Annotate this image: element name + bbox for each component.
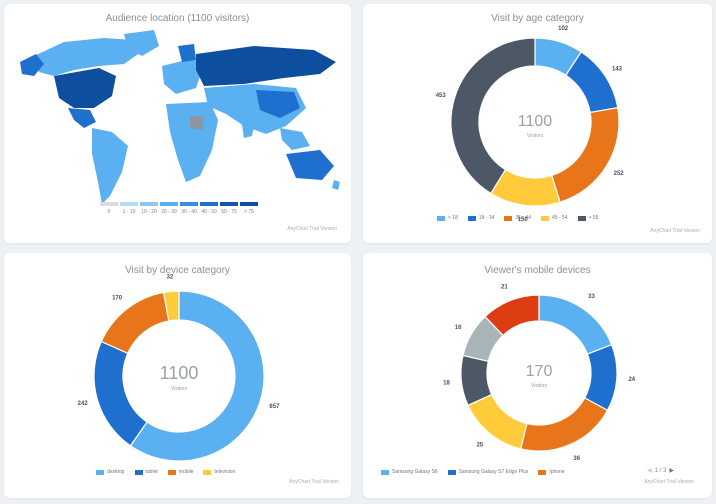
mobile-card: Viewer's mobile devices 170 Visitors 33 2…: [363, 253, 712, 498]
slice-label: 102: [558, 26, 569, 32]
slice-label: 252: [614, 171, 625, 177]
legend-label: tablet: [145, 469, 158, 475]
age-card: Visit by age category 1100 Visitors 102 1…: [363, 4, 712, 243]
map-color-scale: [100, 202, 258, 206]
legend-label: 35 - 44: [515, 215, 532, 221]
region-se-asia: [280, 128, 310, 150]
region-india: [240, 112, 256, 138]
slice-label: 33: [588, 294, 595, 300]
legend-item[interactable]: < 18: [437, 215, 458, 221]
region-south-america: [92, 128, 128, 204]
legend-label: 18 - 34: [478, 215, 495, 221]
region-africa-center: [190, 116, 204, 130]
pager-prev-icon[interactable]: ◀: [647, 467, 652, 474]
age-credit[interactable]: AnyChart Trial Version: [650, 228, 700, 234]
map-credit[interactable]: AnyChart Trial Version: [287, 226, 337, 232]
legend-label: desktop: [107, 469, 125, 475]
donut-slice[interactable]: [520, 397, 609, 452]
scale-label: 40 - 50: [201, 209, 217, 215]
device-donut-chart[interactable]: 1100 Visitors 657 242 170 32: [4, 253, 351, 498]
scale-label: 1 - 10: [122, 209, 136, 215]
scale-label: > 75: [244, 209, 254, 215]
slice-label: 170: [112, 295, 123, 301]
legend-label: 45 - 54: [552, 215, 568, 221]
slice-label: 24: [628, 377, 635, 383]
region-africa: [166, 102, 218, 182]
age-donut-chart[interactable]: 1100 Visitors 102143252150453: [363, 4, 712, 243]
slice-label: 453: [436, 93, 447, 99]
legend-item[interactable]: mobile: [167, 469, 194, 475]
legend-item[interactable]: 18 - 34: [467, 215, 495, 221]
slice-label: 36: [573, 456, 580, 462]
slice-label: 32: [167, 274, 174, 280]
map-card: Audience location (1100 visitors) 0 1 - …: [4, 4, 351, 243]
legend-item[interactable]: tablet: [134, 469, 158, 475]
legend-label: television: [214, 469, 236, 475]
mobile-donut-chart[interactable]: 170 Visitors 33 24 36 25 18 16 21: [363, 253, 712, 498]
scale-label: 20 - 30: [161, 209, 177, 215]
legend-label: Iphone: [549, 469, 565, 475]
slice-label: 18: [443, 380, 450, 386]
legend-item[interactable]: desktop: [96, 469, 125, 475]
legend-label: > 55: [588, 215, 599, 221]
device-credit[interactable]: AnyChart Trial Version: [289, 479, 339, 485]
pager-text: 1 / 3: [654, 467, 667, 474]
legend-item[interactable]: Samsung Galaxy S7 Edge Plus: [447, 469, 529, 475]
donut-slice[interactable]: [93, 340, 148, 447]
legend-item[interactable]: 35 - 44: [504, 215, 531, 221]
mobile-center-label: Visitors: [531, 383, 548, 389]
region-scandinavia: [178, 44, 196, 62]
mobile-credit[interactable]: AnyChart Trial Version: [644, 479, 694, 485]
legend-item[interactable]: Iphone: [538, 469, 565, 475]
donut-slice[interactable]: [538, 294, 613, 355]
legend-label: mobile: [178, 469, 194, 475]
slice-label: 242: [78, 401, 89, 407]
legend-item[interactable]: > 55: [577, 215, 599, 221]
age-center-value: 1100: [518, 113, 553, 130]
device-center-label: Visitors: [171, 386, 188, 392]
scale-label: 30 - 40: [181, 209, 197, 215]
legend-item[interactable]: Samsung Galaxy S6: [381, 469, 438, 475]
legend-label: Samsung Galaxy S6: [392, 469, 438, 475]
slice-label: 143: [612, 66, 623, 72]
scale-label: 50 - 75: [221, 209, 237, 215]
device-center-value: 1100: [160, 363, 199, 383]
world-map[interactable]: [4, 4, 351, 243]
age-center-label: Visitors: [527, 133, 544, 139]
region-usa: [54, 68, 116, 108]
mobile-legend: Samsung Galaxy S6 Samsung Galaxy S7 Edge…: [381, 469, 565, 475]
device-card: Visit by device category 1100 Visitors 6…: [4, 253, 351, 498]
legend-pager[interactable]: ◀ 1 / 3 ▶: [647, 467, 674, 475]
donut-slice[interactable]: [467, 393, 528, 450]
region-new-zealand: [332, 180, 340, 190]
slice-label: 25: [476, 443, 483, 449]
legend-label: < 18: [448, 215, 458, 221]
scale-label: 0: [107, 209, 111, 215]
region-russia: [196, 46, 336, 86]
region-mexico: [68, 108, 96, 128]
map-scale-labels: 0 1 - 10 10 - 20 20 - 30 30 - 40 40 - 50…: [100, 209, 258, 215]
device-legend: desktop tablet mobile television: [96, 469, 235, 475]
age-legend: < 18 18 - 34 35 - 44 45 - 54 > 55: [437, 215, 598, 221]
legend-item[interactable]: television: [203, 469, 235, 475]
slice-label: 21: [501, 285, 508, 291]
donut-slice[interactable]: [550, 106, 620, 203]
donut-slice[interactable]: [100, 291, 170, 355]
scale-label: 10 - 20: [141, 209, 157, 215]
region-australia: [286, 150, 334, 180]
slice-label: 16: [455, 325, 462, 331]
legend-item[interactable]: 45 - 54: [541, 215, 568, 221]
pager-next-icon[interactable]: ▶: [669, 467, 674, 474]
mobile-center-value: 170: [526, 363, 553, 380]
slice-label: 657: [269, 404, 280, 410]
legend-label: Samsung Galaxy S7 Edge Plus: [458, 469, 529, 475]
